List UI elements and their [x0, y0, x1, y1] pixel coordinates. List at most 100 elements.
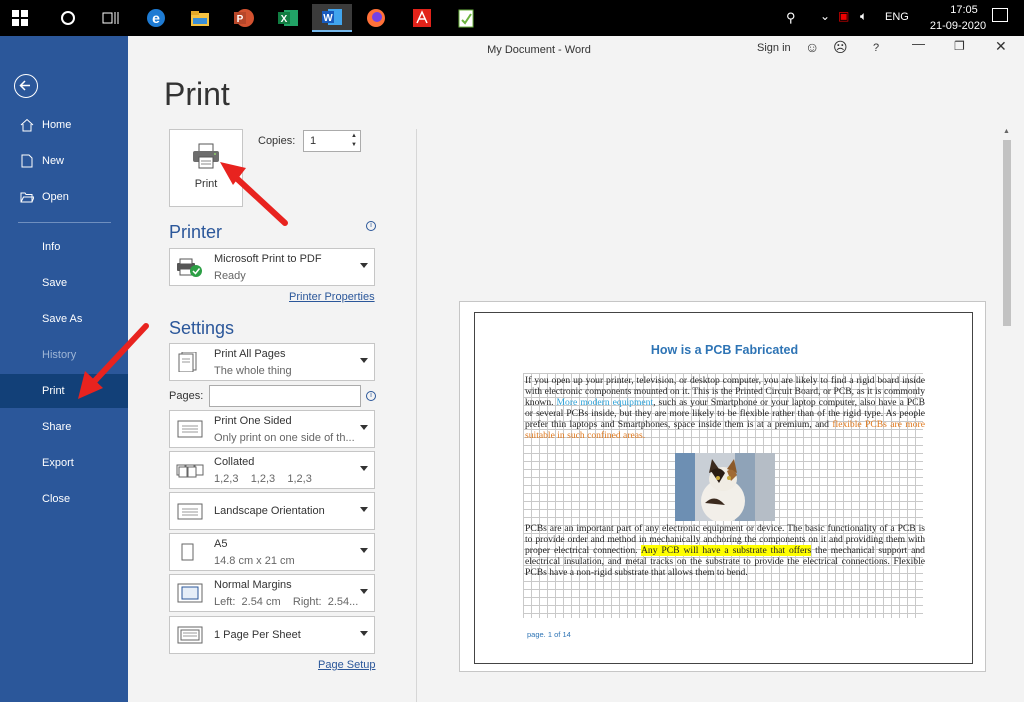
svg-text:e: e — [152, 10, 160, 26]
excel-icon[interactable]: X — [274, 4, 302, 32]
printer-properties-link[interactable]: Printer Properties — [289, 291, 375, 303]
backstage-info-label: Info — [42, 241, 61, 253]
backstage-history-label: History — [42, 349, 77, 361]
backstage-home-label: Home — [42, 119, 72, 131]
orientation-dropdown[interactable]: Landscape Orientation — [169, 492, 375, 530]
printer-heading: Printer — [169, 222, 223, 242]
backstage-home[interactable]: Home — [0, 108, 128, 142]
print-range-desc: The whole thing — [214, 365, 292, 377]
backstage-open[interactable]: Open — [0, 180, 128, 214]
preview-scrollbar[interactable]: ▲ — [1000, 126, 1014, 702]
pages-per-sheet-dropdown[interactable]: 1 Page Per Sheet — [169, 616, 375, 654]
pages-info-icon[interactable]: i — [366, 391, 376, 401]
backstage-save[interactable]: Save — [0, 266, 128, 300]
window-title: My Document - Word — [487, 44, 591, 56]
help-button[interactable]: ? — [873, 42, 879, 54]
clock-time[interactable]: 17:05 — [932, 4, 996, 16]
page-title: Print — [164, 76, 230, 112]
cortana-icon[interactable] — [54, 4, 82, 32]
printer-dropdown[interactable]: Microsoft Print to PDF Ready — [169, 248, 375, 286]
one-sided-icon — [177, 420, 203, 438]
backstage-info[interactable]: Info — [0, 230, 128, 264]
backstage-export[interactable]: Export — [0, 446, 128, 480]
backstage-export-label: Export — [42, 457, 74, 469]
spin-down-icon[interactable]: ▼ — [351, 142, 357, 148]
paper-size-label: A5 — [214, 538, 228, 550]
print-range-dropdown[interactable]: Print All Pages The whole thing — [169, 343, 375, 381]
file-explorer-icon[interactable] — [186, 4, 214, 32]
backstage-save-as-label: Save As — [42, 313, 83, 325]
title-bar: My Document - Word Sign in ☺ ☹ ? — ❐ ✕ — [128, 36, 1024, 64]
minimize-icon[interactable]: — — [912, 36, 925, 51]
pages-icon — [178, 352, 197, 372]
chevron-up-icon[interactable]: ⌄ — [820, 9, 830, 23]
sides-label: Print One Sided — [214, 415, 292, 427]
page-number: page. 1 of 14 — [527, 630, 571, 639]
copies-label: Copies: — [258, 135, 296, 147]
firefox-icon[interactable] — [362, 4, 390, 32]
panel-divider — [416, 129, 417, 702]
paragraph-1: If you open up your printer, television,… — [525, 375, 925, 441]
volume-icon[interactable]: 🔈︎ — [860, 9, 867, 24]
orientation-label: Landscape Orientation — [214, 505, 325, 517]
chevron-down-icon — [360, 466, 368, 471]
copies-stepper[interactable]: 1 ▲ ▼ — [303, 130, 361, 152]
pages-per-sheet-label: 1 Page Per Sheet — [214, 629, 301, 641]
svg-text:X: X — [281, 14, 288, 25]
network-icon[interactable]: ▣ — [838, 9, 849, 23]
powerpoint-icon[interactable]: P — [230, 4, 258, 32]
smile-icon[interactable]: ☺ — [805, 39, 819, 55]
taskbar: e P X W ⚲ ⌄ ▣ 🔈︎ ENG 17:05 21-09-2020 — [0, 0, 1024, 36]
people-icon[interactable]: ⚲ — [786, 10, 796, 26]
home-icon — [20, 118, 34, 132]
chevron-down-icon — [360, 425, 368, 430]
start-icon[interactable] — [6, 4, 34, 32]
print-range-label: Print All Pages — [214, 348, 286, 360]
sign-in-link[interactable]: Sign in — [757, 42, 791, 54]
printer-name: Microsoft Print to PDF — [214, 253, 322, 265]
svg-text:W: W — [323, 13, 333, 24]
landscape-icon — [177, 503, 203, 520]
page-setup-link[interactable]: Page Setup — [318, 659, 376, 671]
chevron-down-icon — [360, 263, 368, 268]
sides-dropdown[interactable]: Print One Sided Only print on one side o… — [169, 410, 375, 448]
paper-size-icon — [181, 543, 194, 561]
backstage-new[interactable]: New — [0, 144, 128, 178]
close-window-icon[interactable]: ✕ — [995, 38, 1007, 55]
copies-value: 1 — [310, 135, 317, 147]
cat-image — [675, 453, 775, 521]
edge-icon[interactable]: e — [142, 4, 170, 32]
action-center-icon[interactable] — [992, 8, 1008, 22]
collation-dropdown[interactable]: Collated 1,2,3 1,2,3 1,2,3 — [169, 451, 375, 489]
settings-heading: Settings — [169, 318, 235, 338]
printer-info-icon[interactable]: i — [366, 221, 376, 231]
chevron-down-icon — [360, 631, 368, 636]
scroll-thumb[interactable] — [1003, 140, 1011, 326]
paper-size-dropdown[interactable]: A5 14.8 cm x 21 cm — [169, 533, 375, 571]
margins-desc: Left: 2.54 cm Right: 2.54... — [214, 596, 359, 608]
task-view-icon[interactable] — [97, 4, 125, 32]
language-indicator[interactable]: ENG — [885, 11, 909, 23]
margins-dropdown[interactable]: Normal Margins Left: 2.54 cm Right: 2.54… — [169, 574, 375, 612]
print-button[interactable]: Print — [169, 129, 243, 207]
chevron-down-icon — [360, 507, 368, 512]
scroll-up-icon[interactable]: ▲ — [1003, 128, 1010, 135]
chevron-down-icon — [360, 589, 368, 594]
chevron-down-icon — [360, 358, 368, 363]
pages-input[interactable] — [209, 385, 361, 407]
spin-up-icon[interactable]: ▲ — [351, 133, 357, 139]
restore-icon[interactable]: ❐ — [954, 39, 965, 53]
backstage-share[interactable]: Share — [0, 410, 128, 444]
paper-size-desc: 14.8 cm x 21 cm — [214, 555, 295, 567]
word-icon[interactable]: W — [312, 4, 352, 32]
margins-icon — [177, 583, 203, 603]
backstage-print[interactable]: Print — [0, 374, 128, 408]
clock-date[interactable]: 21-09-2020 — [915, 20, 1001, 32]
notepad-icon[interactable] — [452, 4, 480, 32]
frown-icon[interactable]: ☹ — [833, 39, 848, 56]
back-arrow-icon[interactable] — [14, 74, 38, 98]
backstage-close[interactable]: Close — [0, 482, 128, 516]
backstage-share-label: Share — [42, 421, 72, 433]
backstage-save-as[interactable]: Save As — [0, 302, 128, 336]
acrobat-icon[interactable] — [408, 4, 436, 32]
